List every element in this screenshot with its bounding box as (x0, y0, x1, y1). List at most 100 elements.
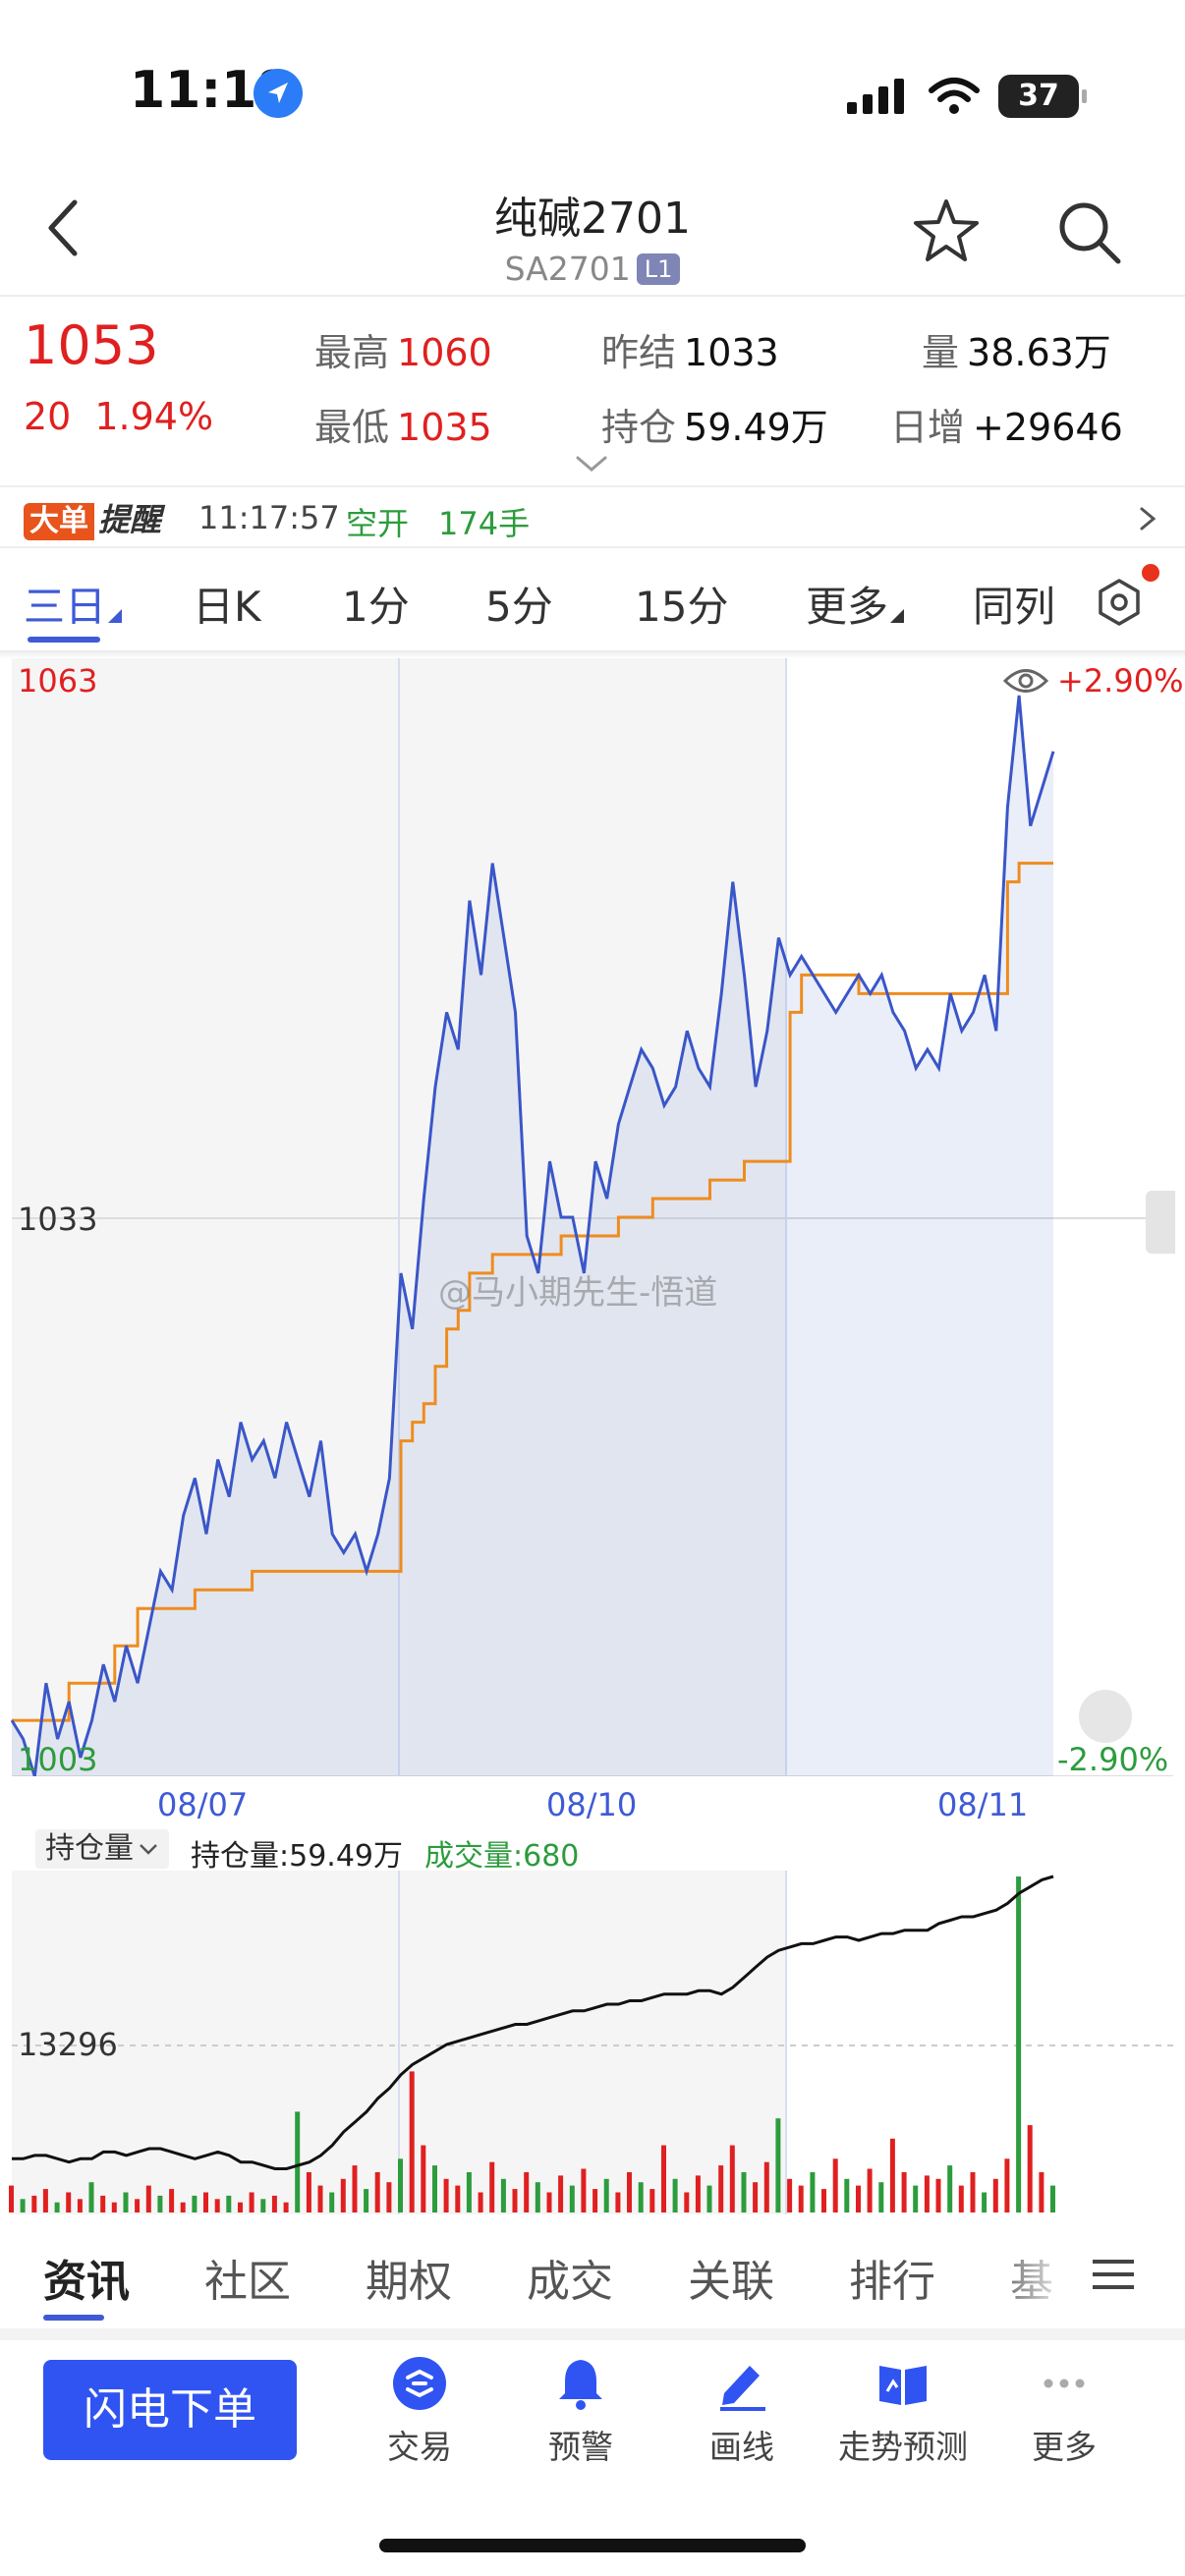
volume-bar (569, 2185, 575, 2212)
big-order-reminder[interactable]: 大单 提醒 11:17:57 空开 174手 (0, 485, 1185, 548)
tab-community[interactable]: 社区 (204, 2246, 291, 2309)
active-tab-underline (28, 637, 100, 643)
big-order-logo-part1: 大单 (24, 503, 94, 540)
volume-bar (718, 2165, 724, 2212)
volume-bar (238, 2202, 243, 2212)
quote-prev-settle: 昨结 1033 (601, 322, 779, 376)
volume-bar (913, 2185, 919, 2212)
quote-open-interest: 持仓 59.49万 (601, 397, 828, 451)
volume-bar (329, 2192, 335, 2212)
volume-bar (306, 2172, 311, 2212)
tab-related[interactable]: 关联 (688, 2246, 774, 2309)
open-interest-chart[interactable]: 13296 (0, 1871, 1185, 2216)
indicator-open-interest: 持仓量:59.49万 (191, 1839, 403, 1874)
flash-order-button[interactable]: 闪电下单 (43, 2360, 297, 2460)
volume-bar (455, 2185, 461, 2212)
tab-15min[interactable]: 15分 (635, 574, 728, 634)
chevron-down-icon[interactable] (572, 452, 611, 476)
fullscreen-icon[interactable] (1079, 1690, 1132, 1743)
y-axis-mid-label: 1033 (18, 1201, 98, 1238)
action-draw[interactable]: 画线 (668, 2354, 816, 2468)
volume-bar (729, 2145, 735, 2212)
settings-hexagon-icon[interactable] (1095, 578, 1144, 627)
volume-bar (1039, 2172, 1044, 2212)
price-change: 20 (24, 395, 72, 438)
volume-bar (958, 2185, 964, 2212)
volume-bar (592, 2189, 598, 2212)
pct-top-label: +2.90% (1057, 662, 1184, 700)
volume-bar (135, 2199, 141, 2212)
quote-daily-increase: 日增 +29646 (890, 397, 1123, 451)
tab-three-day-dropdown-icon (108, 609, 123, 623)
volume-bar (603, 2178, 609, 2212)
quote-volume: 量 38.63万 (922, 322, 1111, 376)
volume-bar (66, 2192, 72, 2212)
volume-bar (500, 2178, 506, 2212)
volume-bar (982, 2192, 988, 2212)
intraday-chart[interactable]: 1063 1033 1003 +2.90% -2.90% @马小期先生-悟道 (0, 656, 1185, 1778)
search-icon[interactable] (1055, 198, 1122, 265)
volume-bar (581, 2168, 587, 2212)
volume-bar (157, 2195, 163, 2212)
volume-bar (787, 2178, 793, 2212)
eye-icon[interactable] (1002, 664, 1049, 698)
volume-bar (145, 2185, 151, 2212)
action-trend-forecast[interactable]: 走势预测 (829, 2354, 977, 2468)
side-panel-handle[interactable] (1146, 1191, 1175, 1254)
action-more[interactable]: 更多 (990, 2354, 1138, 2468)
volume-bar (260, 2199, 266, 2212)
indicator-select[interactable]: 持仓量 (35, 1829, 169, 1869)
tab-more-label: 更多 (806, 583, 889, 631)
volume-bar (798, 2185, 804, 2212)
volume-bar (466, 2172, 472, 2212)
volume-bar (753, 2182, 759, 2212)
tab-5min[interactable]: 5分 (485, 574, 553, 634)
volume-bar (31, 2195, 37, 2212)
volume-bar (546, 2192, 552, 2212)
watermark: @马小期先生-悟道 (438, 1273, 718, 1313)
volume-bar (661, 2145, 666, 2212)
volume-bar (100, 2195, 106, 2212)
volume-bar (409, 2071, 415, 2212)
action-alert[interactable]: 预警 (507, 2354, 654, 2468)
pen-draw-icon (720, 2366, 765, 2411)
action-more-label: 更多 (1032, 2428, 1097, 2466)
star-icon[interactable] (912, 196, 981, 265)
quote-daily-increase-label: 日增 (890, 406, 966, 449)
tab-1min[interactable]: 1分 (342, 574, 410, 634)
volume-bar (192, 2195, 198, 2212)
tab-same-column[interactable]: 同列 (973, 574, 1055, 634)
volume-bar (821, 2189, 826, 2212)
volume-bar (867, 2168, 873, 2212)
volume-bar (1050, 2185, 1055, 2212)
volume-bar (180, 2202, 186, 2212)
volume-bar (878, 2182, 884, 2212)
ind-session-bg-3 (786, 1871, 1173, 2214)
tab-more[interactable]: 更多 (806, 574, 905, 634)
volume-bar (935, 2178, 941, 2212)
volume-bar (489, 2161, 495, 2212)
volume-bar (947, 2165, 953, 2212)
battery-icon: 37 (998, 75, 1087, 118)
reminder-type: 空开 (346, 505, 410, 542)
quote-prev-settle-value: 1033 (684, 331, 779, 374)
tab-trades[interactable]: 成交 (527, 2246, 613, 2309)
volume-bar (123, 2192, 129, 2212)
volume-bar (111, 2202, 117, 2212)
action-trade[interactable]: 交易 (346, 2354, 493, 2468)
menu-icon[interactable] (1093, 2258, 1134, 2291)
tab-news[interactable]: 资讯 (43, 2246, 130, 2309)
bottom-tab-underline (43, 2315, 104, 2321)
quote-prev-settle-label: 昨结 (601, 331, 677, 374)
tab-three-day[interactable]: 三日 (24, 574, 123, 634)
bell-icon (559, 2360, 602, 2410)
location-arrow-icon (254, 69, 303, 118)
volume-bar (249, 2192, 254, 2212)
contract-code-text: SA2701 (504, 250, 631, 288)
tab-options[interactable]: 期权 (366, 2246, 452, 2309)
tab-ranking[interactable]: 排行 (849, 2246, 935, 2309)
volume-bar (283, 2202, 289, 2212)
volume-bar (20, 2199, 26, 2212)
tab-daily-k[interactable]: 日K (193, 574, 261, 634)
volume-bar (901, 2172, 907, 2212)
